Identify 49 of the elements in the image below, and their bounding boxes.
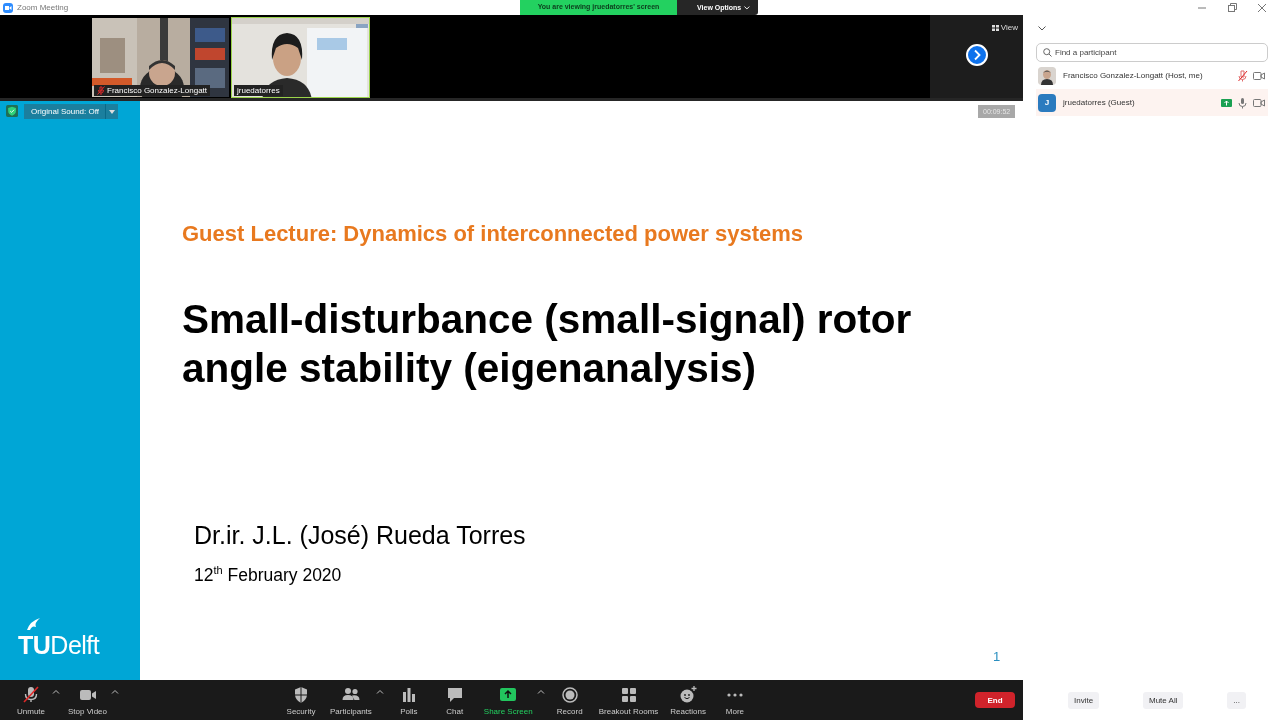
shield-icon bbox=[6, 104, 19, 118]
lecture-date: 12$^{th}$ February 2020 bbox=[194, 564, 343, 586]
caret-icon bbox=[744, 5, 750, 10]
collapse-icon[interactable] bbox=[1038, 26, 1046, 31]
author-name: Dr.ir. J.L. (José) Rueda Torres bbox=[194, 521, 527, 550]
toolbar-button[interactable]: More bbox=[713, 682, 756, 718]
slide-title: Small-disturbance (small-signal) rotor angle stability (eigenanalysis) bbox=[182, 295, 913, 393]
participant-name: Francisco Gonzalez-Longatt (Host, me) bbox=[1063, 71, 1203, 80]
panel-button[interactable]: Mute All bbox=[1143, 691, 1184, 709]
menu-caret-button[interactable] bbox=[52, 688, 60, 694]
video-tile[interactable]: jruedatorres bbox=[231, 17, 370, 98]
caret-icon bbox=[109, 109, 115, 114]
toolbar-button[interactable]: Breakout Rooms bbox=[594, 682, 663, 718]
original-sound-button[interactable]: Original Sound: Off bbox=[24, 104, 105, 119]
toolbar-button[interactable]: Chat bbox=[433, 682, 476, 718]
participant-row[interactable]: Francisco Gonzalez-Longatt (Host, me) bbox=[1036, 62, 1268, 89]
window-title: Zoom Meeting bbox=[17, 3, 69, 12]
menu-caret-button[interactable] bbox=[375, 688, 384, 694]
toolbar-button[interactable]: Record bbox=[548, 682, 591, 718]
toolbar-button[interactable]: Unmute bbox=[10, 682, 52, 718]
video-tile[interactable]: Francisco Gonzalez-Longatt bbox=[91, 17, 230, 98]
menu-caret-button[interactable] bbox=[536, 688, 545, 694]
slide-subtitle: Guest Lecture: Dynamics of interconnected power systems bbox=[182, 221, 805, 247]
participant-name: Francisco Gonzalez-Longatt bbox=[107, 86, 208, 95]
participant-row[interactable]: J jruedatorres (Guest) bbox=[1036, 89, 1268, 116]
avatar: J bbox=[1038, 93, 1056, 112]
video-camera-icon bbox=[1253, 98, 1265, 107]
close-icon[interactable] bbox=[1257, 2, 1267, 13]
search-icon bbox=[1043, 48, 1052, 57]
restore-icon[interactable] bbox=[1227, 2, 1237, 13]
toolbar-button[interactable]: Participants bbox=[326, 682, 376, 718]
search-field[interactable]: Find a participant bbox=[1036, 43, 1268, 62]
participant-name: jruedatorres (Guest) bbox=[1063, 98, 1135, 107]
panel-button[interactable]: ... bbox=[1227, 691, 1247, 709]
panel-button[interactable]: Invite bbox=[1067, 691, 1100, 709]
toolbar-button[interactable]: Stop Video bbox=[64, 682, 111, 718]
grid-icon bbox=[991, 24, 999, 31]
video-camera-icon bbox=[1253, 71, 1265, 80]
toolbar-button[interactable]: Share Screen bbox=[479, 682, 537, 718]
next-page-button[interactable] bbox=[965, 44, 988, 66]
dropdown-button[interactable] bbox=[105, 104, 118, 119]
page-number: 1 bbox=[993, 649, 1001, 664]
toolbar-button[interactable]: Security bbox=[280, 682, 322, 718]
menu-caret-button[interactable] bbox=[111, 688, 119, 694]
participant-name: jruedatorres bbox=[237, 86, 280, 95]
end-button[interactable]: End bbox=[975, 692, 1015, 708]
logo-text: TUDelft bbox=[18, 631, 101, 660]
toolbar-button[interactable]: Polls bbox=[387, 682, 430, 718]
toolbar-button[interactable]: Reactions bbox=[666, 682, 710, 718]
